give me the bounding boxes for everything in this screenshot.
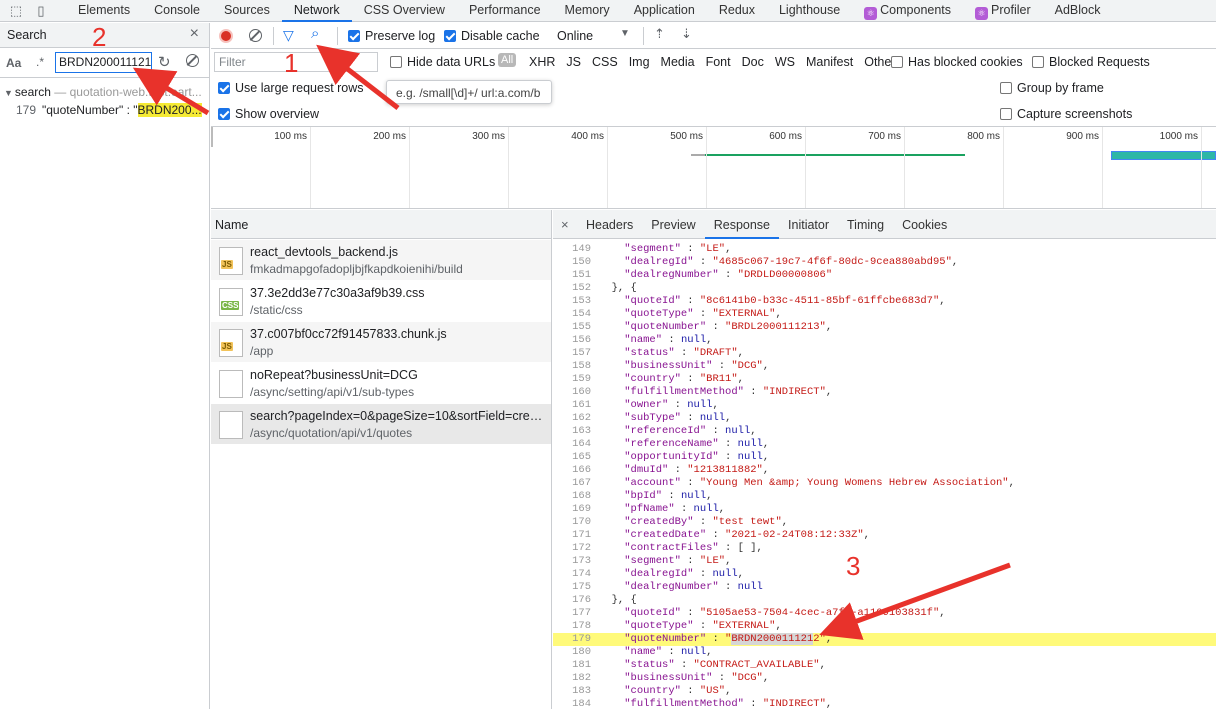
annotation-arrows — [132, 44, 1011, 640]
annotation-arrow-3 — [819, 562, 1011, 640]
annotation-arrow-1 — [316, 44, 400, 110]
annotation-arrow-2 — [132, 67, 210, 116]
